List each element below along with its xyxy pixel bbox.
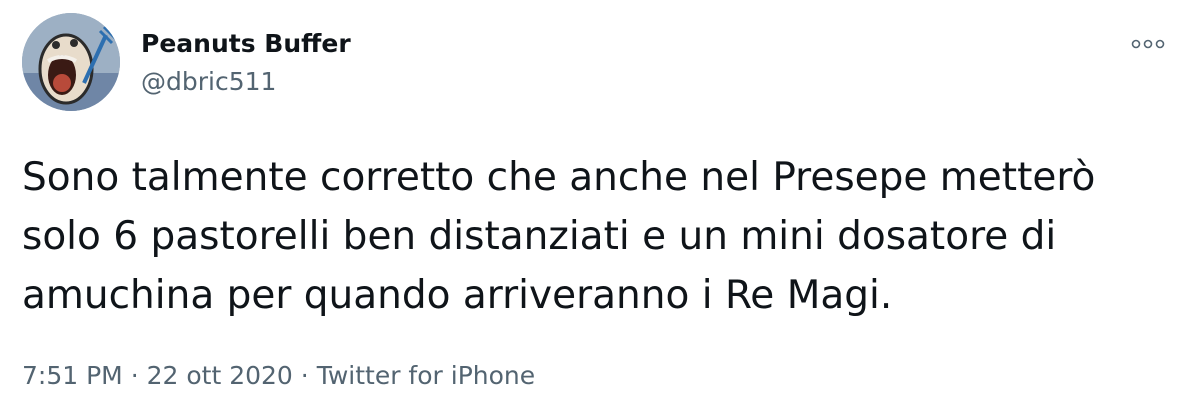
tweet-source-link[interactable]: Twitter for iPhone [317, 361, 535, 390]
meta-separator: · [130, 361, 139, 390]
tweet-card: Peanuts Buffer @dbric511 Sono talmente c… [0, 0, 1200, 401]
tweet-date[interactable]: 22 ott 2020 [147, 361, 293, 390]
more-options-button[interactable] [1126, 30, 1170, 58]
tweet-text: Sono talmente corretto che anche nel Pre… [22, 155, 1096, 318]
user-avatar[interactable] [22, 13, 120, 111]
tweet-metadata: 7:51 PM · 22 ott 2020 · Twitter for iPho… [22, 360, 535, 392]
tweet-time[interactable]: 7:51 PM [22, 361, 123, 390]
user-handle[interactable]: @dbric511 [141, 66, 276, 98]
user-display-name[interactable]: Peanuts Buffer [141, 28, 351, 60]
more-options-icon [1131, 39, 1165, 49]
meta-separator: · [300, 361, 309, 390]
screaming-face-icon [22, 13, 120, 111]
